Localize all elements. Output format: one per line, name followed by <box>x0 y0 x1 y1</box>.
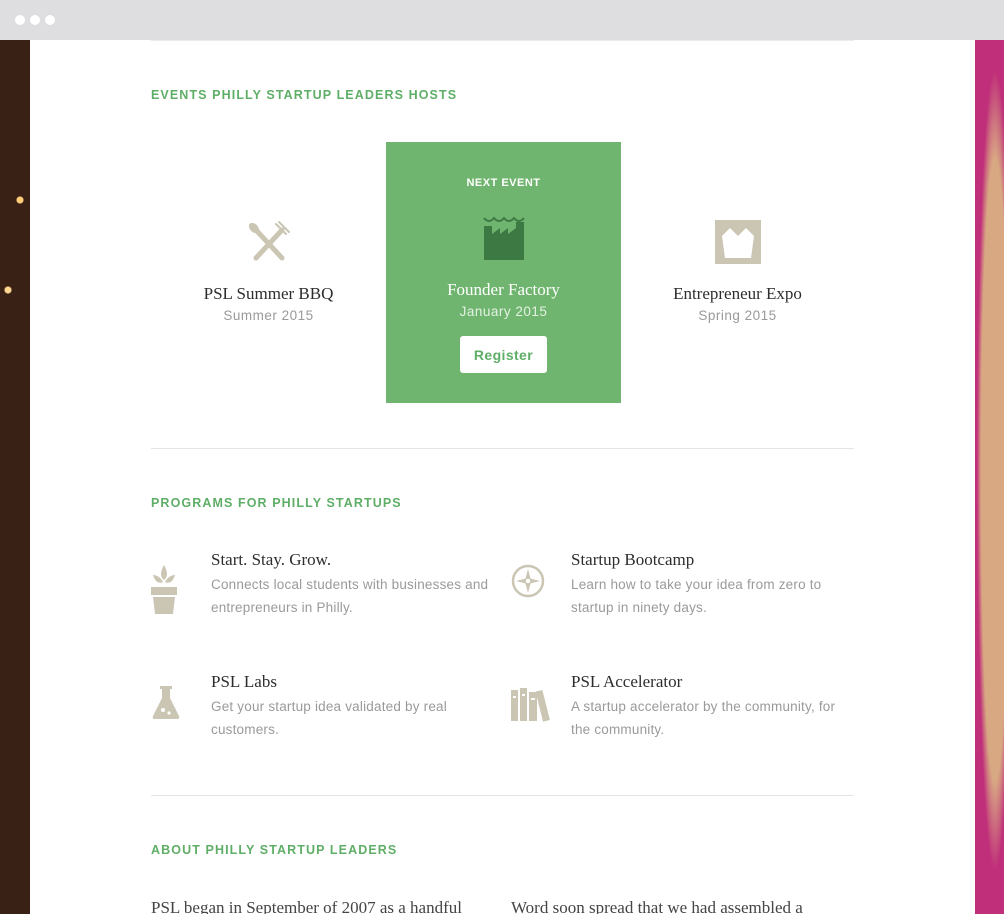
program-description: Get your startup idea validated by real … <box>211 699 447 737</box>
event-title: Entrepreneur Expo <box>673 284 802 303</box>
window-close-dot[interactable] <box>15 15 25 25</box>
event-card-entrepreneur-expo[interactable]: Entrepreneur Expo Spring 2015 <box>620 220 855 323</box>
books-icon <box>511 688 550 722</box>
window-maximize-dot[interactable] <box>45 15 55 25</box>
section-divider <box>151 448 854 449</box>
background-photo-left <box>0 40 30 914</box>
flask-icon <box>152 686 180 719</box>
about-text-column-1: PSL began in September of 2007 as a hand… <box>151 898 462 914</box>
program-title: PSL Accelerator <box>571 672 683 691</box>
event-date: Summer 2015 <box>223 308 314 323</box>
background-photo-right <box>975 40 1004 914</box>
factory-icon <box>483 216 525 260</box>
programs-section-heading: PROGRAMS FOR PHILLY STARTUPS <box>151 496 402 510</box>
utensils-icon <box>248 221 290 261</box>
about-text-column-2: Word soon spread that we had assembled a <box>511 898 803 914</box>
window-minimize-dot[interactable] <box>30 15 40 25</box>
compass-icon <box>511 564 545 598</box>
program-description: Connects local students with businesses … <box>211 577 489 615</box>
program-description: A startup accelerator by the community, … <box>571 699 836 737</box>
event-date: Spring 2015 <box>698 308 777 323</box>
program-title: Start. Stay. Grow. <box>211 550 332 569</box>
plant-icon <box>151 565 177 614</box>
featured-event-card: NEXT EVENT Founder Factory January 2015 … <box>386 142 621 403</box>
program-title: PSL Labs <box>211 672 277 691</box>
about-section-heading: ABOUT PHILLY STARTUP LEADERS <box>151 843 398 857</box>
section-divider <box>151 795 854 796</box>
stage-icon <box>714 220 761 264</box>
program-description: Learn how to take your idea from zero to… <box>571 577 822 615</box>
next-event-badge: NEXT EVENT <box>466 177 541 189</box>
event-title: Founder Factory <box>447 280 560 299</box>
events-section-heading: EVENTS PHILLY STARTUP LEADERS HOSTS <box>151 88 458 102</box>
event-title: PSL Summer BBQ <box>203 284 334 303</box>
browser-chrome <box>0 0 1004 40</box>
program-title: Startup Bootcamp <box>571 550 695 569</box>
event-card-summer-bbq[interactable]: PSL Summer BBQ Summer 2015 <box>151 220 386 323</box>
top-divider <box>151 40 854 41</box>
register-button[interactable]: Register <box>460 336 547 373</box>
event-date: January 2015 <box>459 304 548 319</box>
